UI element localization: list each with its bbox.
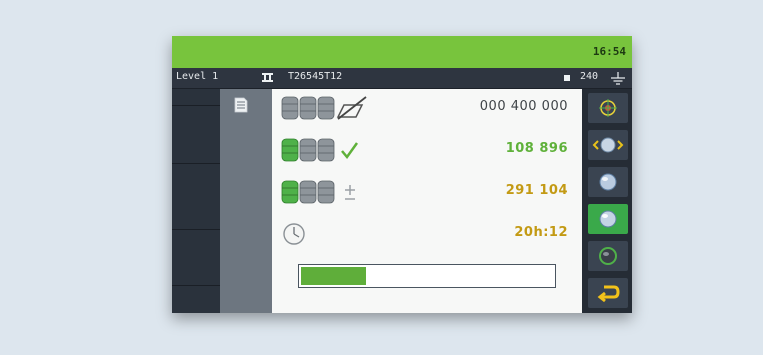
progress-bar [298, 264, 556, 288]
counted-value: 108 896 [505, 141, 568, 156]
coin-stacks-completed-icon [281, 138, 359, 162]
dark-coin-icon [599, 247, 617, 265]
total-row: 000 400 000 [272, 91, 582, 125]
level-label: Level 1 [176, 71, 219, 82]
dark-coin-button[interactable] [588, 241, 628, 271]
back-arrow-icon [597, 285, 620, 303]
right-toolbar [582, 89, 632, 313]
coin-stacks-uncounted-icon [281, 96, 367, 120]
clock: 16:54 [592, 45, 626, 58]
status-square-icon [564, 75, 570, 81]
coin-icon [599, 173, 617, 191]
rotate-coin-icon [592, 137, 624, 153]
top-bar: 16:54 [172, 36, 632, 68]
coin-icon-active [599, 210, 617, 228]
document-icon[interactable] [234, 97, 248, 113]
device-screen: 16:54 Level 1 T26545T12 240 000 400 000 … [172, 36, 632, 313]
total-value: 000 400 000 [479, 99, 568, 114]
time-row: 20h:12 [272, 217, 582, 251]
progress-fill [301, 267, 367, 285]
count-value: 240 [580, 71, 599, 82]
clock-icon [283, 223, 305, 245]
status-bar: Level 1 T26545T12 240 [172, 68, 632, 89]
rotate-coin-button[interactable] [588, 130, 628, 160]
coin-stacks-remaining-icon [281, 180, 355, 204]
target-icon [599, 99, 617, 117]
ground-icon [611, 72, 625, 85]
left-panel [172, 89, 220, 313]
document-column [220, 89, 272, 313]
time-remaining-value: 20h:12 [514, 225, 568, 240]
target-button[interactable] [588, 93, 628, 123]
machine-icon [262, 73, 273, 82]
back-button[interactable] [588, 278, 628, 308]
coin-button-active[interactable] [588, 204, 628, 234]
batch-id: T26545T12 [288, 71, 343, 82]
remaining-value: 291 104 [505, 183, 568, 198]
counter-panel: 000 400 000 108 896 291 104 20h:12 [272, 89, 582, 313]
counted-row: 108 896 [272, 133, 582, 167]
remaining-row: 291 104 [272, 175, 582, 209]
coin-button[interactable] [588, 167, 628, 197]
